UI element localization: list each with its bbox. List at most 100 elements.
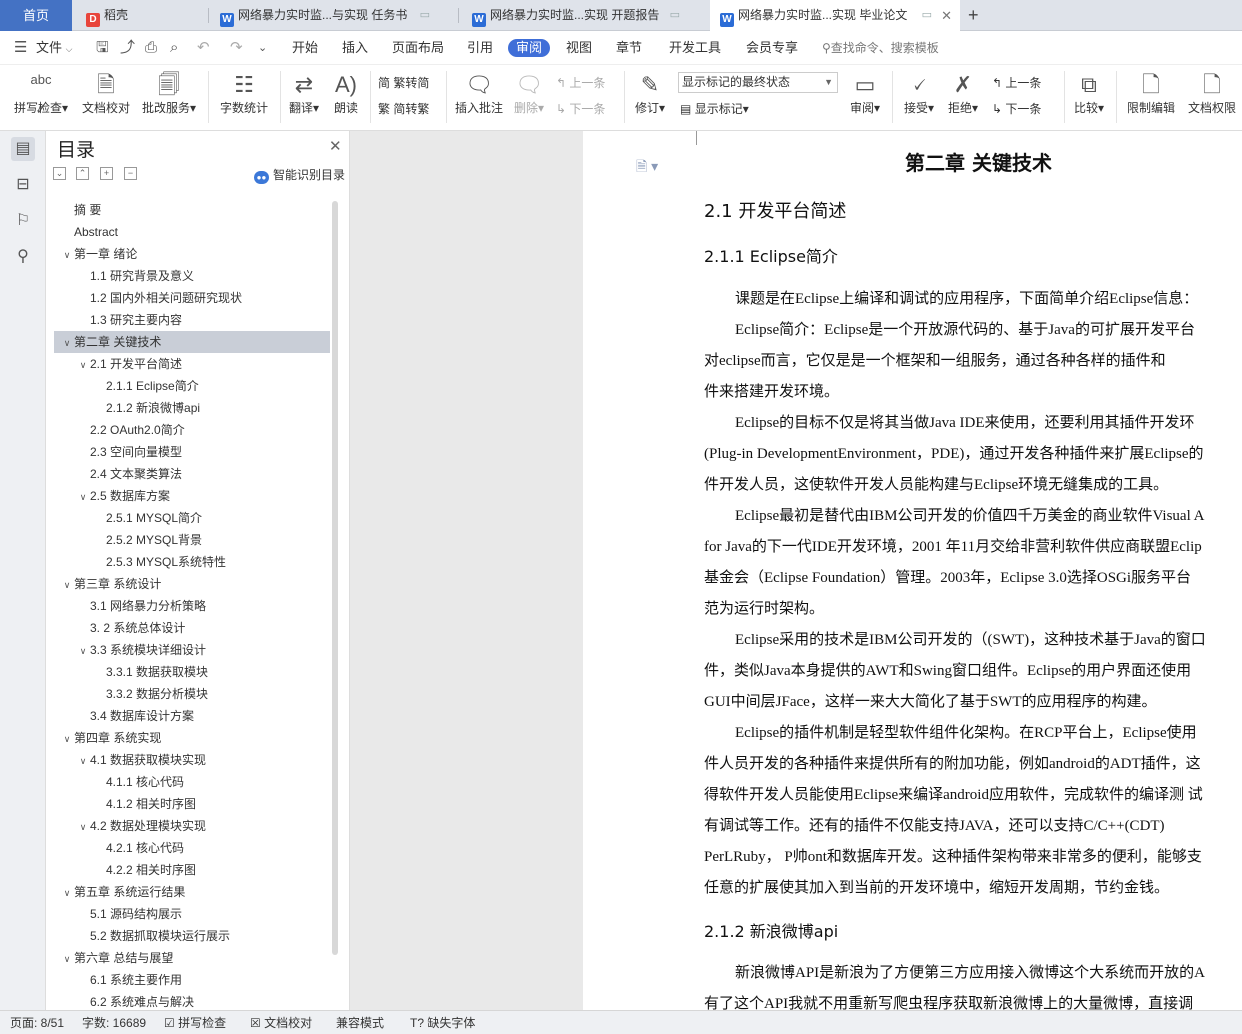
menu-chapter[interactable]: 章节 (616, 39, 642, 57)
toc-item[interactable]: ∨ 2.5 数据库方案 (54, 485, 330, 507)
toc-item[interactable]: 4.2.1 核心代码 (54, 837, 330, 859)
toc-item[interactable]: 6.2 系统难点与解决 (54, 991, 330, 1009)
print-icon[interactable]: ⎙ (145, 39, 157, 57)
toc-scrollbar[interactable] (332, 201, 338, 955)
tab-daoke[interactable]: D 稻壳 (76, 0, 206, 31)
menu-vip[interactable]: 会员专享 (746, 39, 798, 57)
next-change-button[interactable]: ↳ 下一条 (992, 99, 1041, 119)
toc-item[interactable]: 1.1 研究背景及意义 (54, 265, 330, 287)
toc-item[interactable]: 3.3.1 数据获取模块 (54, 661, 330, 683)
toc-item[interactable]: 2.1.2 新浪微博api (54, 397, 330, 419)
tab-home[interactable]: 首页 (0, 0, 72, 31)
doc-proof-button[interactable]: 🗎 文档校对 (78, 65, 134, 131)
toc-item[interactable]: ∨ 第二章 关键技术 (54, 331, 330, 353)
search-icon[interactable]: ⚲ (11, 245, 35, 269)
toc-item[interactable]: 5.2 数据抓取模块运行展示 (54, 925, 330, 947)
toc-item[interactable]: 2.3 空间向量模型 (54, 441, 330, 463)
prev-change-button[interactable]: ↰ 上一条 (992, 73, 1041, 93)
toc-item[interactable]: 2.4 文本聚类算法 (54, 463, 330, 485)
toc-item[interactable]: 2.5.2 MYSQL背景 (54, 529, 330, 551)
chevron-down-icon[interactable]: ∨ (76, 816, 90, 838)
menu-view[interactable]: 视图 (566, 39, 592, 57)
export-icon[interactable]: ⤴ (120, 39, 135, 57)
chevron-down-icon[interactable]: ∨ (60, 244, 74, 266)
toc-item[interactable]: 4.2.2 相关时序图 (54, 859, 330, 881)
toc-item[interactable]: 2.1.1 Eclipse简介 (54, 375, 330, 397)
toc-panel-icon[interactable]: ▤ (11, 137, 35, 161)
toc-item[interactable]: ∨ 第六章 总结与展望 (54, 947, 330, 969)
add-heading-icon[interactable]: + (100, 167, 113, 180)
word-count-button[interactable]: ☷ 字数统计 (216, 65, 272, 131)
close-icon[interactable]: ✕ (329, 137, 342, 155)
toc-item[interactable]: 摘 要 (54, 199, 330, 221)
expand-up-icon[interactable]: ⌃ (76, 167, 89, 180)
toc-item[interactable]: 2.5.3 MYSQL系统特性 (54, 551, 330, 573)
toc-item[interactable]: ∨ 2.1 开发平台简述 (54, 353, 330, 375)
chevron-down-icon[interactable]: ∨ (76, 486, 90, 508)
page-indicator[interactable]: 页面: 8/51 (10, 1011, 64, 1034)
menu-insert[interactable]: 插入 (342, 39, 368, 57)
close-tab-icon[interactable]: ✕ (941, 0, 952, 31)
tab-doc-task[interactable]: W 网络暴力实时监...与实现 任务书 ▭ (210, 0, 458, 31)
menu-review[interactable]: 审阅 (508, 39, 551, 57)
review-pane-button[interactable]: ▭ 审阅▾ (846, 65, 884, 131)
quick-access-more-icon[interactable]: ⌄ (258, 39, 267, 57)
trad-to-simp-button[interactable]: 简 繁转简 (378, 73, 429, 93)
chevron-down-icon[interactable]: ∨ (76, 640, 90, 662)
insert-comment-button[interactable]: 🗨 插入批注 (452, 65, 506, 131)
toc-item[interactable]: 4.1.1 核心代码 (54, 771, 330, 793)
toc-item[interactable]: 6.1 系统主要作用 (54, 969, 330, 991)
toc-item[interactable]: 1.2 国内外相关问题研究现状 (54, 287, 330, 309)
redo-icon[interactable]: ↷ (230, 39, 243, 57)
toc-item[interactable]: 2.5.1 MYSQL简介 (54, 507, 330, 529)
toc-item[interactable]: ∨ 4.1 数据获取模块实现 (54, 749, 330, 771)
tab-doc-thesis[interactable]: W 网络暴力实时监...实现 毕业论文 ▭ ✕ (710, 0, 960, 31)
toc-item[interactable]: Abstract (54, 221, 330, 243)
compare-button[interactable]: ⧉ 比较▾ (1070, 65, 1108, 131)
spellcheck-button[interactable]: abc ✓ 拼写检查▾ (10, 65, 72, 131)
toc-item[interactable]: ∨ 4.2 数据处理模块实现 (54, 815, 330, 837)
command-search[interactable]: ⚲查找命令、搜索模板 (822, 39, 939, 57)
accept-button[interactable]: 🗸 接受▾ (900, 65, 938, 131)
toc-item[interactable]: 1.3 研究主要内容 (54, 309, 330, 331)
collapse-all-icon[interactable]: ⌄ (53, 167, 66, 180)
word-count-indicator[interactable]: 字数: 16689 (82, 1011, 146, 1034)
markup-state-select[interactable]: 显示标记的最终状态 ▼ (678, 72, 838, 93)
paragraph-menu-icon[interactable]: 🗎 ▾ (636, 156, 658, 180)
status-spellcheck[interactable]: ☑ 拼写检查 (164, 1011, 226, 1034)
toc-item[interactable]: ∨ 第三章 系统设计 (54, 573, 330, 595)
chevron-down-icon[interactable]: ∨ (76, 750, 90, 772)
status-doc-proof[interactable]: ☒ 文档校对 (250, 1011, 312, 1034)
menu-start[interactable]: 开始 (292, 39, 318, 57)
toc-item[interactable]: 2.2 OAuth2.0简介 (54, 419, 330, 441)
batch-review-button[interactable]: 🗐 批改服务▾ (138, 65, 200, 131)
menu-page-layout[interactable]: 页面布局 (392, 39, 444, 57)
save-icon[interactable]: 🖫 (96, 39, 109, 57)
toc-item[interactable]: ∨ 第一章 绪论 (54, 243, 330, 265)
toc-item[interactable]: ∨ 3.3 系统模块详细设计 (54, 639, 330, 661)
missing-font-button[interactable]: T? 缺失字体 (410, 1011, 475, 1034)
chevron-down-icon[interactable]: ∨ (60, 882, 74, 904)
prev-comment-button[interactable]: ↰ 上一条 (556, 73, 605, 93)
remove-heading-icon[interactable]: − (124, 167, 137, 180)
show-markup-button[interactable]: ▤ 显示标记▾ (680, 99, 749, 119)
print-preview-icon[interactable]: ⌕ (170, 39, 178, 57)
reject-button[interactable]: ✗ 拒绝▾ (944, 65, 982, 131)
toc-item[interactable]: ∨ 第五章 系统运行结果 (54, 881, 330, 903)
undo-icon[interactable]: ↶ (197, 39, 210, 57)
bookmark-icon[interactable]: ⚐ (11, 209, 35, 233)
translate-button[interactable]: ⇄ 翻译▾ (286, 65, 322, 131)
menu-reference[interactable]: 引用 (467, 39, 493, 57)
chevron-down-icon[interactable]: ∨ (60, 728, 74, 750)
toc-item[interactable]: 5.1 源码结构展示 (54, 903, 330, 925)
chevron-down-icon[interactable]: ∨ (60, 948, 74, 970)
new-tab-button[interactable]: + (962, 0, 992, 31)
menu-file[interactable]: 文件 ⌵ (36, 39, 72, 57)
smart-toc-button[interactable]: ●● 智能识别目录 (254, 166, 345, 184)
doc-permission-button[interactable]: 🗋 文档权限 (1184, 65, 1240, 131)
next-comment-button[interactable]: ↳ 下一条 (556, 99, 605, 119)
chevron-down-icon[interactable]: ∨ (60, 332, 74, 354)
chevron-down-icon[interactable]: ∨ (76, 354, 90, 376)
read-aloud-button[interactable]: A) 朗读 (328, 65, 364, 131)
toc-item[interactable]: ∨ 第四章 系统实现 (54, 727, 330, 749)
